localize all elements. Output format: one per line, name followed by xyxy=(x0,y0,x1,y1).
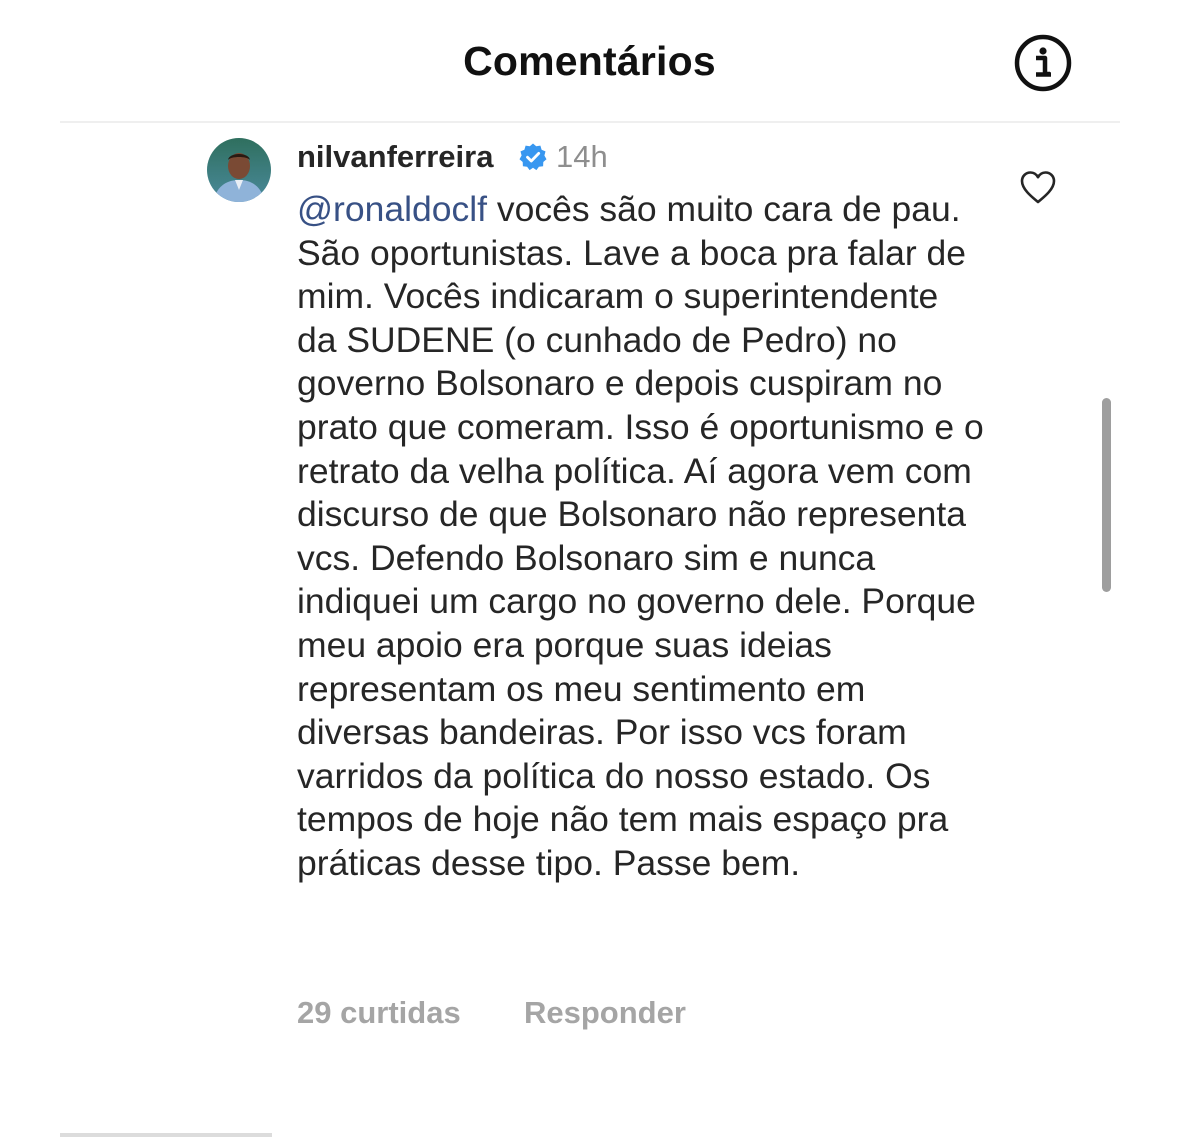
likes-count[interactable]: 29 curtidas xyxy=(297,994,461,1032)
avatar[interactable] xyxy=(207,138,271,202)
page-title: Comentários xyxy=(463,38,716,84)
info-icon[interactable] xyxy=(1013,33,1073,93)
verified-badge-icon xyxy=(518,142,548,172)
comment-timestamp: 14h xyxy=(556,139,608,174)
comment-body: vocês são muito cara de pau. São oportun… xyxy=(297,189,984,883)
scrollbar[interactable] xyxy=(1102,398,1111,592)
bottom-divider xyxy=(60,1133,272,1137)
comment-username[interactable]: nilvanferreira xyxy=(297,138,493,176)
reply-button[interactable]: Responder xyxy=(524,994,686,1032)
comment-text: @ronaldoclf vocês são muito cara de pau.… xyxy=(297,188,987,886)
heart-outline-icon[interactable] xyxy=(1018,169,1058,205)
comment-mention[interactable]: @ronaldoclf xyxy=(297,189,487,229)
header-divider xyxy=(60,121,1120,123)
